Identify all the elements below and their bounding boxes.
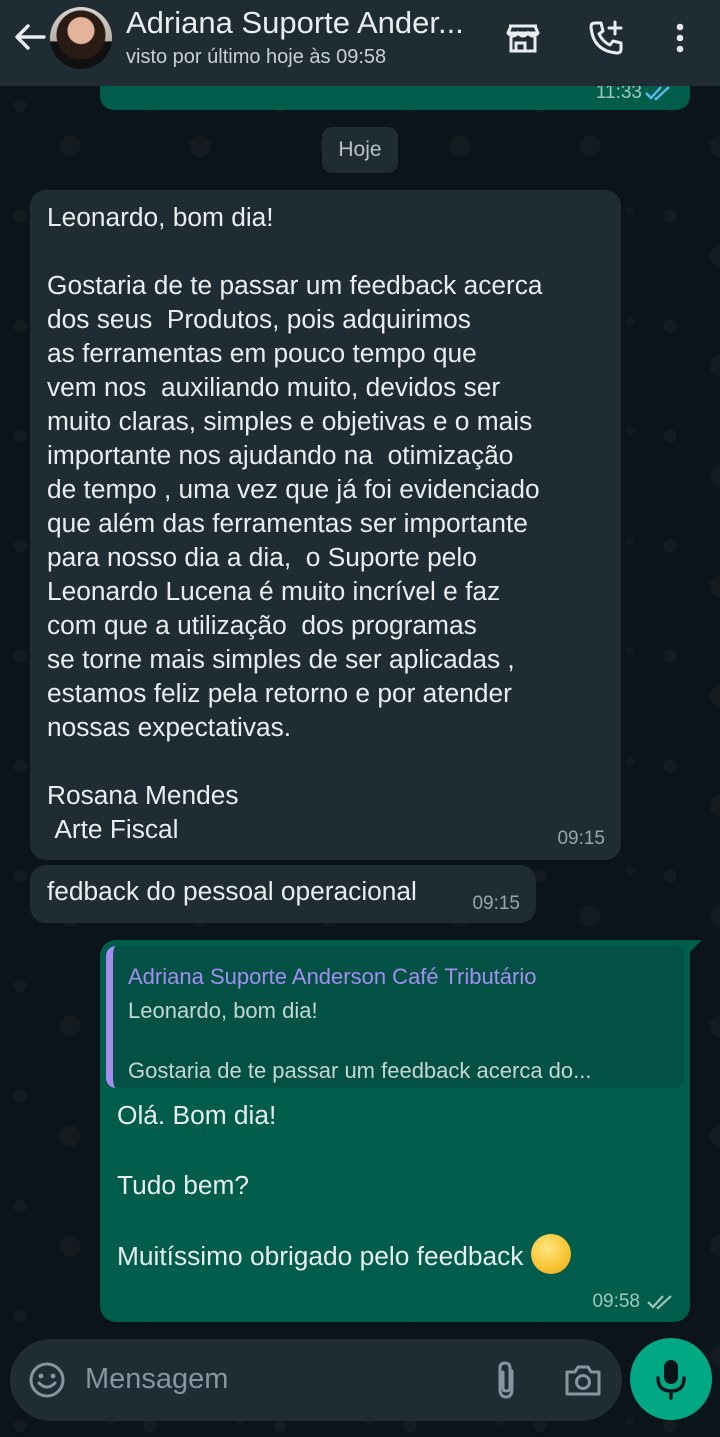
mic-icon xyxy=(655,1358,687,1400)
message-time: 09:15 xyxy=(557,828,605,849)
quote-author: Adriana Suporte Anderson Café Tributário xyxy=(128,964,537,989)
voice-message-button[interactable] xyxy=(630,1338,712,1420)
message-meta: 09:58 xyxy=(592,1291,674,1313)
message-text: Olá. Bom dia! Tudo bem? Muitíssimo obrig… xyxy=(117,1098,572,1274)
camera-icon[interactable] xyxy=(563,1361,603,1399)
more-vert-icon[interactable] xyxy=(660,18,700,58)
chat-header: Adriana Suporte Ander... visto por últim… xyxy=(0,0,720,86)
message-line: Olá. Bom dia! xyxy=(117,1100,277,1130)
message-line: Tudo bem? xyxy=(117,1170,250,1200)
incoming-message[interactable]: Leonardo, bom dia! Gostaria de te passar… xyxy=(30,190,621,860)
message-time: 09:58 xyxy=(592,1291,640,1312)
double-check-icon xyxy=(646,1293,674,1311)
last-seen-status: visto por último hoje às 09:58 xyxy=(126,46,387,68)
previous-outgoing-message[interactable]: 11:33 xyxy=(100,82,690,110)
message-input[interactable]: Mensagem xyxy=(85,1363,228,1396)
contact-name[interactable]: Adriana Suporte Ander... xyxy=(126,5,488,41)
message-time: 09:15 xyxy=(472,893,520,914)
attach-icon[interactable] xyxy=(490,1359,522,1401)
emoji-icon[interactable] xyxy=(28,1361,66,1399)
add-call-icon[interactable] xyxy=(586,18,626,58)
quote-text-line: Leonardo, bom dia! xyxy=(128,998,318,1023)
store-icon[interactable] xyxy=(503,18,543,58)
avatar[interactable] xyxy=(50,7,112,69)
message-text: Leonardo, bom dia! Gostaria de te passar… xyxy=(47,202,543,844)
incoming-message[interactable]: fedback do pessoal operacional 09:15 xyxy=(30,865,536,923)
outgoing-message[interactable]: Adriana Suporte Anderson Café Tributário… xyxy=(100,940,702,1322)
date-divider: Hoje xyxy=(322,127,398,173)
message-text: fedback do pessoal operacional xyxy=(47,876,417,906)
message-line: Muitíssimo obrigado pelo feedback xyxy=(117,1240,524,1271)
quoted-message[interactable]: Adriana Suporte Anderson Café Tributário… xyxy=(106,946,684,1088)
read-receipt-icon xyxy=(644,84,672,102)
quote-text-line: Gostaria de te passar um feedback acerca… xyxy=(128,1058,592,1083)
back-arrow-icon[interactable] xyxy=(10,20,50,54)
smiling-face-emoji-icon xyxy=(531,1234,572,1274)
message-composer: Mensagem xyxy=(10,1339,622,1421)
